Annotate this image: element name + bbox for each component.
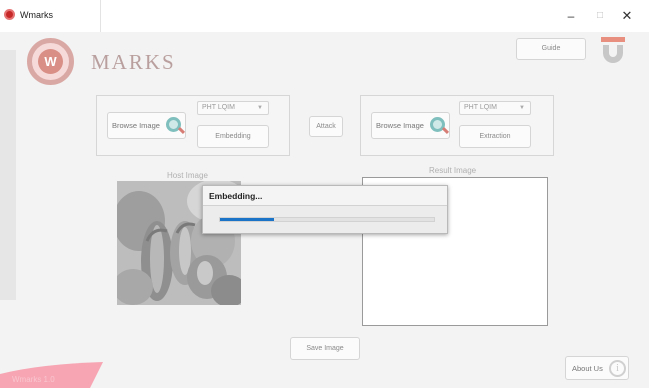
extract-browse-label: Browse Image [376,121,424,130]
progress-dialog-title: Embedding... [209,191,263,201]
progress-dialog-header: Embedding... [203,186,447,206]
guide-button[interactable]: Guide [516,38,586,60]
about-us-label: About Us [572,364,603,373]
attack-button[interactable]: Attack [309,116,343,137]
progress-dialog: Embedding... [202,185,448,234]
logo-bar [601,37,625,42]
embedding-button[interactable]: Embedding [197,125,269,148]
minimize-button[interactable]: – [563,8,579,24]
about-us-button[interactable]: About Us i [565,356,629,380]
guide-label: Guide [541,45,561,52]
maximize-button[interactable]: □ [592,8,608,24]
result-image-caption: Result Image [429,166,477,175]
embed-method-select[interactable]: PHT LQIM ▼ [197,101,269,115]
university-logo-icon [601,37,625,65]
window-title: Wmarks [20,10,53,20]
save-image-label: Save Image [306,345,344,352]
embed-browse-button[interactable]: Browse Image [107,112,186,139]
version-label: Wmarks 1.0 [12,375,55,384]
embed-browse-label: Browse Image [112,121,160,130]
progress-bar [219,217,435,222]
title-bar: Wmarks – □ ✕ [0,0,649,32]
embedding-label: Embedding [215,133,251,140]
app-icon [4,9,15,20]
extract-method-select[interactable]: PHT LQIM ▼ [459,101,531,115]
search-icon-handle [177,126,186,135]
brand-name: MARKS [91,50,176,74]
extraction-label: Extraction [479,133,511,140]
embed-method-value: PHT LQIM [202,104,235,111]
close-button[interactable]: ✕ [619,8,635,24]
extract-browse-button[interactable]: Browse Image [371,112,450,139]
progress-bar-fill [220,218,274,221]
chevron-down-icon: ▼ [519,105,525,111]
app-logo-icon: W [27,38,74,85]
extract-method-value: PHT LQIM [464,104,497,111]
divider [100,0,101,32]
search-icon [429,116,450,136]
logo-letter: W [38,49,63,74]
save-image-button[interactable]: Save Image [290,337,360,360]
attack-label: Attack [316,123,336,130]
search-icon [165,116,186,136]
side-strip [0,50,16,300]
extraction-button[interactable]: Extraction [459,125,531,148]
host-image-caption: Host Image [167,171,208,180]
chevron-down-icon: ▼ [257,105,263,111]
search-icon-handle [441,126,450,135]
info-icon: i [609,360,626,377]
logo-cup [603,45,623,63]
